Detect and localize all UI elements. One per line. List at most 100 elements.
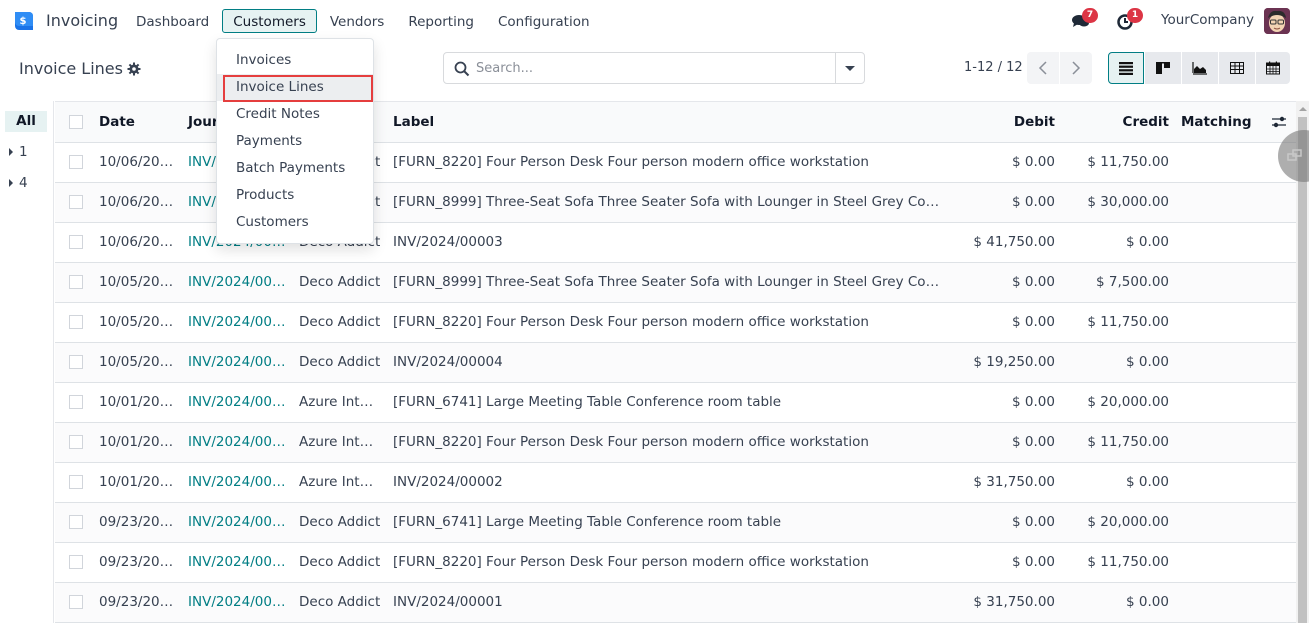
graph-view-button[interactable] — [1182, 52, 1218, 84]
cell-credit: $ 11,750.00 — [1061, 422, 1175, 463]
dropdown-item-invoices[interactable]: Invoices — [217, 47, 373, 74]
select-all-checkbox[interactable] — [69, 114, 83, 129]
row-checkbox[interactable] — [69, 355, 83, 369]
menu-vendors[interactable]: Vendors — [319, 9, 395, 33]
cell-journal-entry[interactable]: INV/2024/00… — [182, 502, 293, 543]
cell-debit: $ 0.00 — [947, 422, 1061, 463]
row-checkbox[interactable] — [69, 395, 83, 409]
pager-next-button[interactable] — [1060, 52, 1092, 84]
table-row[interactable]: 10/05/2024 INV/2024/00… Deco Addict [FUR… — [55, 262, 1296, 303]
pager-value[interactable]: 1-12 / 12 — [964, 60, 1023, 75]
avatar-face-icon — [1264, 8, 1290, 34]
cell-journal-entry[interactable]: INV/2024/00… — [182, 542, 293, 583]
row-checkbox[interactable] — [69, 515, 83, 529]
table-row[interactable]: 09/23/2024 INV/2024/00… Deco Addict INV/… — [55, 582, 1296, 623]
side-panel-group[interactable]: 4 — [9, 175, 28, 191]
row-checkbox[interactable] — [69, 195, 83, 209]
pager-previous-button[interactable] — [1027, 52, 1059, 84]
cell-debit: $ 0.00 — [947, 542, 1061, 583]
table-row[interactable]: 10/01/2024 INV/2024/00… Azure Inte… [FUR… — [55, 422, 1296, 463]
row-checkbox[interactable] — [69, 475, 83, 489]
dropdown-item-batch-payments[interactable]: Batch Payments — [217, 155, 373, 182]
column-header-matching[interactable]: Matching — [1175, 102, 1265, 143]
pivot-view-button[interactable] — [1219, 52, 1255, 84]
column-header-date[interactable]: Date — [93, 102, 182, 143]
kanban-icon — [1156, 62, 1170, 74]
invoicing-app-icon[interactable]: $ — [13, 10, 35, 32]
dropdown-item-invoice-lines[interactable]: Invoice Lines — [217, 74, 373, 102]
cell-credit: $ 11,750.00 — [1061, 542, 1175, 583]
table-row[interactable]: 10/01/2024 INV/2024/00… Azure Inte… INV/… — [55, 462, 1296, 503]
table-row[interactable]: 10/05/2024 INV/2024/00… Deco Addict INV/… — [55, 342, 1296, 383]
dropdown-item-products[interactable]: Products — [217, 182, 373, 209]
cell-label: INV/2024/00001 — [387, 582, 947, 623]
app-name[interactable]: Invoicing — [46, 11, 118, 30]
column-header-label[interactable]: Label — [387, 102, 947, 143]
cell-matching — [1175, 582, 1265, 623]
dropdown-item-credit-notes[interactable]: Credit Notes — [217, 101, 373, 128]
messages-badge: 7 — [1082, 8, 1098, 23]
scrollbar-thumb[interactable] — [1298, 117, 1307, 623]
scroll-up-arrow-icon[interactable] — [1299, 107, 1307, 111]
cell-label: [FURN_6741] Large Meeting Table Conferen… — [387, 382, 947, 423]
menu-configuration[interactable]: Configuration — [487, 9, 601, 33]
cell-credit: $ 7,500.00 — [1061, 262, 1175, 303]
cell-empty — [1265, 462, 1296, 503]
cell-empty — [1265, 222, 1296, 263]
gear-icon[interactable] — [127, 62, 141, 76]
row-checkbox[interactable] — [69, 275, 83, 289]
column-header-credit[interactable]: Credit — [1061, 102, 1175, 143]
search-options-toggle[interactable] — [835, 53, 864, 83]
activities-button[interactable]: 1 — [1116, 8, 1143, 31]
search-input[interactable] — [476, 57, 836, 79]
table-row[interactable]: 09/23/2024 INV/2024/00… Deco Addict [FUR… — [55, 542, 1296, 583]
row-checkbox[interactable] — [69, 235, 83, 249]
cell-journal-entry[interactable]: INV/2024/00… — [182, 262, 293, 303]
cell-empty — [1265, 502, 1296, 543]
row-checkbox[interactable] — [69, 155, 83, 169]
menu-dashboard[interactable]: Dashboard — [125, 9, 220, 33]
row-checkbox[interactable] — [69, 595, 83, 609]
activities-badge: 1 — [1127, 8, 1143, 23]
row-checkbox[interactable] — [69, 315, 83, 329]
cell-credit: $ 30,000.00 — [1061, 182, 1175, 223]
cell-date: 10/05/2024 — [93, 302, 182, 343]
dropdown-item-customers[interactable]: Customers — [217, 209, 373, 236]
cell-empty — [1265, 182, 1296, 223]
cell-journal-entry[interactable]: INV/2024/00… — [182, 342, 293, 383]
cell-partner: Deco Addict — [293, 502, 387, 543]
company-switcher[interactable]: YourCompany — [1161, 12, 1254, 28]
table-row[interactable]: 10/05/2024 INV/2024/00… Deco Addict [FUR… — [55, 302, 1296, 343]
chevron-right-icon — [1072, 61, 1081, 75]
user-avatar[interactable] — [1264, 8, 1290, 34]
list-view-button[interactable] — [1108, 52, 1144, 84]
top-navbar: $ Invoicing Dashboard Customers Vendors … — [0, 0, 1309, 42]
cell-journal-entry[interactable]: INV/2024/00… — [182, 462, 293, 503]
cell-date: 10/06/2024 — [93, 182, 182, 223]
side-panel-all[interactable]: All — [5, 111, 47, 132]
cell-journal-entry[interactable]: INV/2024/00… — [182, 422, 293, 463]
table-icon — [1230, 62, 1244, 74]
cell-partner: Deco Addict — [293, 582, 387, 623]
cell-journal-entry[interactable]: INV/2024/00… — [182, 382, 293, 423]
cell-debit: $ 0.00 — [947, 302, 1061, 343]
menu-customers[interactable]: Customers — [222, 9, 317, 33]
row-checkbox[interactable] — [69, 435, 83, 449]
list-icon — [1119, 62, 1133, 75]
column-header-debit[interactable]: Debit — [947, 102, 1061, 143]
cell-journal-entry[interactable]: INV/2024/00… — [182, 302, 293, 343]
dropdown-item-payments[interactable]: Payments — [217, 128, 373, 155]
messages-button[interactable]: 7 — [1071, 8, 1098, 31]
row-checkbox[interactable] — [69, 555, 83, 569]
optional-columns-icon[interactable] — [1271, 115, 1287, 129]
table-row[interactable]: 09/23/2024 INV/2024/00… Deco Addict [FUR… — [55, 502, 1296, 543]
calendar-view-button[interactable] — [1256, 52, 1290, 84]
table-row[interactable]: 10/01/2024 INV/2024/00… Azure Inte… [FUR… — [55, 382, 1296, 423]
customers-dropdown-menu: Invoices Invoice Lines Credit Notes Paym… — [216, 38, 374, 244]
menu-reporting[interactable]: Reporting — [397, 9, 485, 33]
breadcrumb: Invoice Lines — [19, 59, 141, 78]
kanban-view-button[interactable] — [1145, 52, 1181, 84]
cell-label: [FURN_8220] Four Person Desk Four person… — [387, 542, 947, 583]
side-panel-group[interactable]: 1 — [9, 144, 28, 160]
cell-journal-entry[interactable]: INV/2024/00… — [182, 582, 293, 623]
